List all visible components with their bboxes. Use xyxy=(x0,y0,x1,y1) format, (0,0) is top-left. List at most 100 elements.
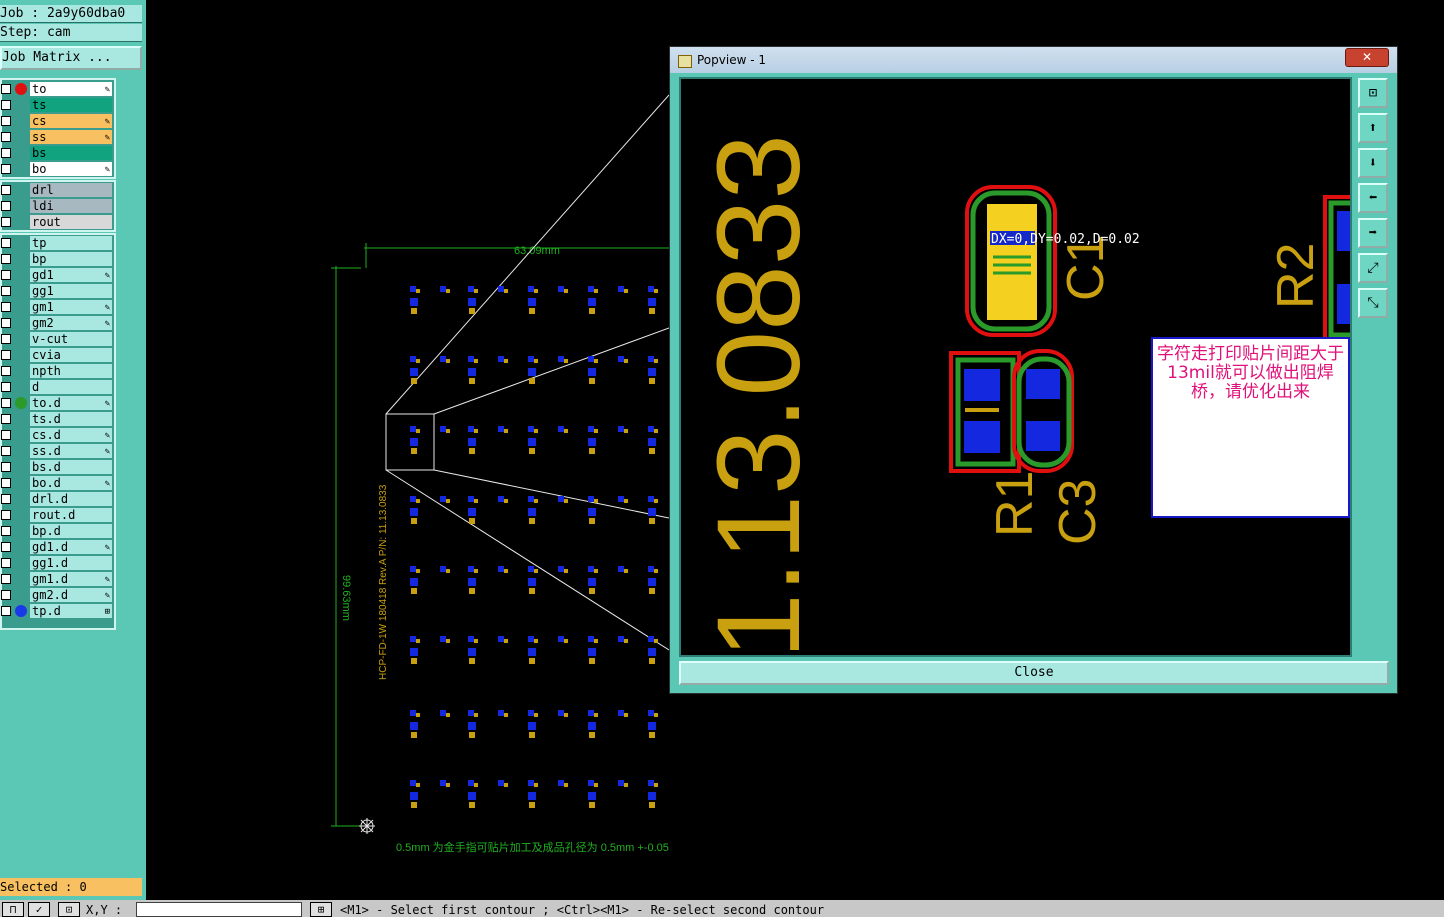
layer-row-bp-d[interactable]: bp.d xyxy=(0,523,112,539)
layer-name[interactable]: bo.d ✎ xyxy=(30,476,112,490)
layer-name[interactable]: cs ✎ xyxy=(30,114,112,128)
pan-left-icon[interactable]: ⬅ xyxy=(1358,183,1388,213)
layer-name[interactable]: drl xyxy=(30,183,112,197)
layer-checkbox[interactable] xyxy=(1,430,11,440)
layer-row-to-d[interactable]: to.d ✎ xyxy=(0,395,112,411)
layer-row-v-cut[interactable]: v-cut xyxy=(0,331,112,347)
layer-color-dot[interactable] xyxy=(15,83,27,95)
layer-checkbox[interactable] xyxy=(1,238,11,248)
layer-checkbox[interactable] xyxy=(1,116,11,126)
layer-checkbox[interactable] xyxy=(1,398,11,408)
layer-checkbox[interactable] xyxy=(1,270,11,280)
layer-name[interactable]: bs.d xyxy=(30,460,112,474)
layer-row-bp[interactable]: bp xyxy=(0,251,112,267)
layer-row-drl[interactable]: drl xyxy=(0,182,112,198)
layer-checkbox[interactable] xyxy=(1,100,11,110)
layer-row-ldi[interactable]: ldi xyxy=(0,198,112,214)
layer-name[interactable]: gd1 ✎ xyxy=(30,268,112,282)
close-icon[interactable]: ✕ xyxy=(1345,48,1389,67)
pan-down-icon[interactable]: ⬇ xyxy=(1358,148,1388,178)
layer-checkbox[interactable] xyxy=(1,350,11,360)
layer-row-rout-d[interactable]: rout.d xyxy=(0,507,112,523)
layer-name[interactable]: gm1.d ✎ xyxy=(30,572,112,586)
layer-row-gg1[interactable]: gg1 xyxy=(0,283,112,299)
layer-name[interactable]: bo ✎ xyxy=(30,162,112,176)
layer-name[interactable]: ts xyxy=(30,98,112,112)
layer-checkbox[interactable] xyxy=(1,148,11,158)
layer-checkbox[interactable] xyxy=(1,494,11,504)
layer-name[interactable]: to ✎ xyxy=(30,82,112,96)
layer-checkbox[interactable] xyxy=(1,164,11,174)
zoom-in-icon[interactable]: ⤢ xyxy=(1358,253,1388,283)
layer-row-ts-d[interactable]: ts.d xyxy=(0,411,112,427)
layer-name[interactable]: ss ✎ xyxy=(30,130,112,144)
layer-row-bs[interactable]: bs xyxy=(0,145,112,161)
layer-name[interactable]: drl.d xyxy=(30,492,112,506)
layer-checkbox[interactable] xyxy=(1,286,11,296)
layer-row-rout[interactable]: rout xyxy=(0,214,112,230)
layer-row-bo-d[interactable]: bo.d ✎ xyxy=(0,475,112,491)
layer-row-d[interactable]: d xyxy=(0,379,112,395)
layer-row-npth[interactable]: npth xyxy=(0,363,112,379)
check-icon[interactable]: ✓ xyxy=(28,902,50,917)
layer-row-gg1-d[interactable]: gg1.d xyxy=(0,555,112,571)
layer-name[interactable]: bp xyxy=(30,252,112,266)
layer-checkbox[interactable] xyxy=(1,318,11,328)
layer-name[interactable]: npth xyxy=(30,364,112,378)
layer-checkbox[interactable] xyxy=(1,302,11,312)
layer-checkbox[interactable] xyxy=(1,478,11,488)
layer-row-gm1[interactable]: gm1 ✎ xyxy=(0,299,112,315)
layer-checkbox[interactable] xyxy=(1,526,11,536)
layer-row-cs[interactable]: cs ✎ xyxy=(0,113,112,129)
layer-row-cs-d[interactable]: cs.d ✎ xyxy=(0,427,112,443)
layer-name[interactable]: bs xyxy=(30,146,112,160)
layer-checkbox[interactable] xyxy=(1,254,11,264)
layer-checkbox[interactable] xyxy=(1,217,11,227)
layer-checkbox[interactable] xyxy=(1,132,11,142)
layer-row-gm2-d[interactable]: gm2.d ✎ xyxy=(0,587,112,603)
close-button[interactable]: Close xyxy=(679,661,1389,685)
layer-name[interactable]: gd1.d ✎ xyxy=(30,540,112,554)
pan-right-icon[interactable]: ➡ xyxy=(1358,218,1388,248)
layer-row-tp[interactable]: tp xyxy=(0,235,112,251)
layer-name[interactable]: ldi xyxy=(30,199,112,213)
layer-row-tp-d[interactable]: tp.d ⊞ xyxy=(0,603,112,619)
layer-checkbox[interactable] xyxy=(1,382,11,392)
layer-row-cvia[interactable]: cvia xyxy=(0,347,112,363)
popview-titlebar[interactable]: Popview - 1 ✕ xyxy=(670,47,1397,73)
layer-row-gm2[interactable]: gm2 ✎ xyxy=(0,315,112,331)
layer-row-gm1-d[interactable]: gm1.d ✎ xyxy=(0,571,112,587)
layer-name[interactable]: cs.d ✎ xyxy=(30,428,112,442)
tool-button-4[interactable]: ⊞ xyxy=(310,902,332,917)
layer-checkbox[interactable] xyxy=(1,590,11,600)
job-matrix-button[interactable]: Job Matrix ... xyxy=(0,46,142,70)
layer-row-drl-d[interactable]: drl.d xyxy=(0,491,112,507)
layer-color-dot[interactable] xyxy=(15,397,27,409)
tool-button-3[interactable]: ⊡ xyxy=(58,902,80,917)
layer-row-bs-d[interactable]: bs.d xyxy=(0,459,112,475)
layer-checkbox[interactable] xyxy=(1,542,11,552)
layer-checkbox[interactable] xyxy=(1,334,11,344)
tool-button-1[interactable]: ⊓ xyxy=(2,902,24,917)
layer-name[interactable]: gg1 xyxy=(30,284,112,298)
pan-up-icon[interactable]: ⬆ xyxy=(1358,113,1388,143)
zoom-out-icon[interactable]: ⤡ xyxy=(1358,288,1388,318)
layer-row-gd1[interactable]: gd1 ✎ xyxy=(0,267,112,283)
layer-checkbox[interactable] xyxy=(1,201,11,211)
layer-checkbox[interactable] xyxy=(1,606,11,616)
layer-row-gd1-d[interactable]: gd1.d ✎ xyxy=(0,539,112,555)
layer-name[interactable]: ss.d ✎ xyxy=(30,444,112,458)
layer-name[interactable]: gg1.d xyxy=(30,556,112,570)
layer-name[interactable]: tp.d ⊞ xyxy=(30,604,112,618)
layer-row-bo[interactable]: bo ✎ xyxy=(0,161,112,177)
layer-name[interactable]: cvia xyxy=(30,348,112,362)
layer-checkbox[interactable] xyxy=(1,558,11,568)
layer-checkbox[interactable] xyxy=(1,574,11,584)
layer-row-ts[interactable]: ts xyxy=(0,97,112,113)
layer-color-dot[interactable] xyxy=(15,605,27,617)
layer-checkbox[interactable] xyxy=(1,84,11,94)
popview-canvas[interactable]: 1.13.0833 C1 DX=0,DY=0.02,D=0.02 R1 C3 R… xyxy=(679,77,1352,657)
layer-name[interactable]: gm2.d ✎ xyxy=(30,588,112,602)
layer-checkbox[interactable] xyxy=(1,366,11,376)
xy-input[interactable] xyxy=(136,902,302,917)
